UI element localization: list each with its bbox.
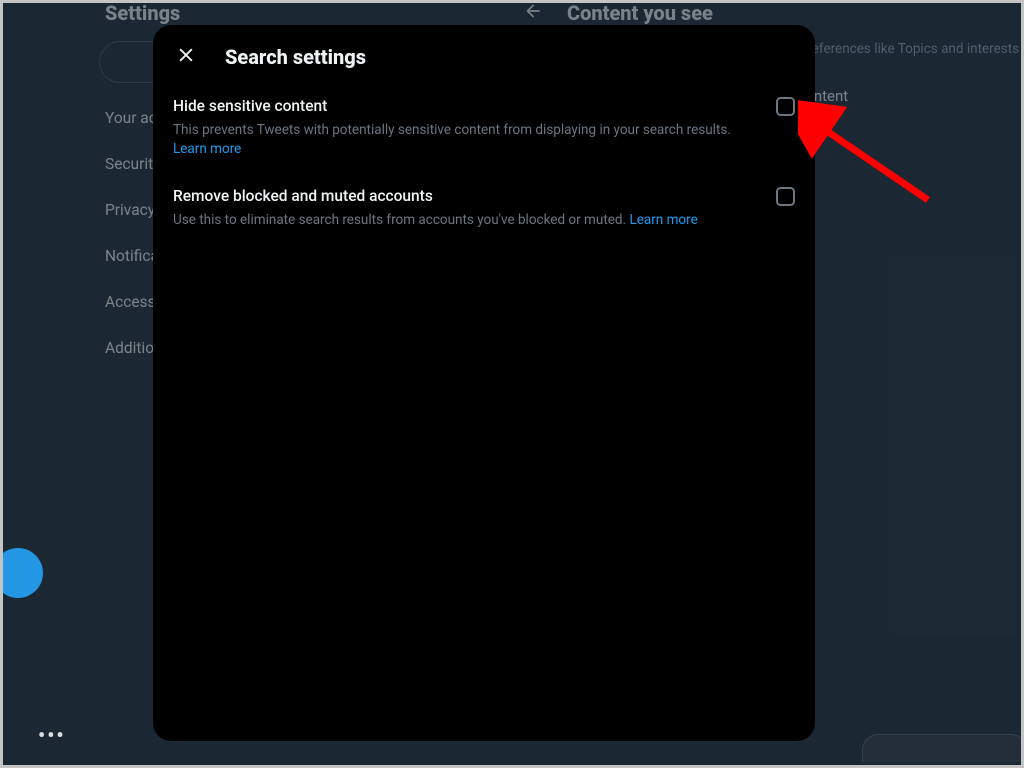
back-arrow-icon[interactable] xyxy=(523,3,543,25)
learn-more-link[interactable]: Learn more xyxy=(629,212,697,228)
setting-title: Remove blocked and muted accounts xyxy=(173,187,755,205)
hide-sensitive-checkbox[interactable] xyxy=(776,97,795,116)
search-settings-modal: Search settings Hide sensitive content T… xyxy=(153,25,815,741)
setting-hide-sensitive: Hide sensitive content This prevents Twe… xyxy=(169,89,799,179)
setting-desc: Use this to eliminate search results fro… xyxy=(173,211,755,230)
close-button[interactable] xyxy=(175,46,197,68)
settings-heading: Settings xyxy=(105,3,508,25)
messages-dock[interactable] xyxy=(862,734,1021,762)
remove-blocked-checkbox[interactable] xyxy=(776,187,795,206)
more-menu-button[interactable]: ••• xyxy=(38,723,66,747)
learn-more-link[interactable]: Learn more xyxy=(173,141,241,157)
modal-title: Search settings xyxy=(225,45,366,69)
close-icon xyxy=(176,45,196,69)
setting-title: Hide sensitive content xyxy=(173,97,755,115)
setting-remove-blocked: Remove blocked and muted accounts Use th… xyxy=(169,179,799,250)
content-heading: Content you see xyxy=(567,3,713,25)
setting-desc: This prevents Tweets with potentially se… xyxy=(173,121,755,159)
